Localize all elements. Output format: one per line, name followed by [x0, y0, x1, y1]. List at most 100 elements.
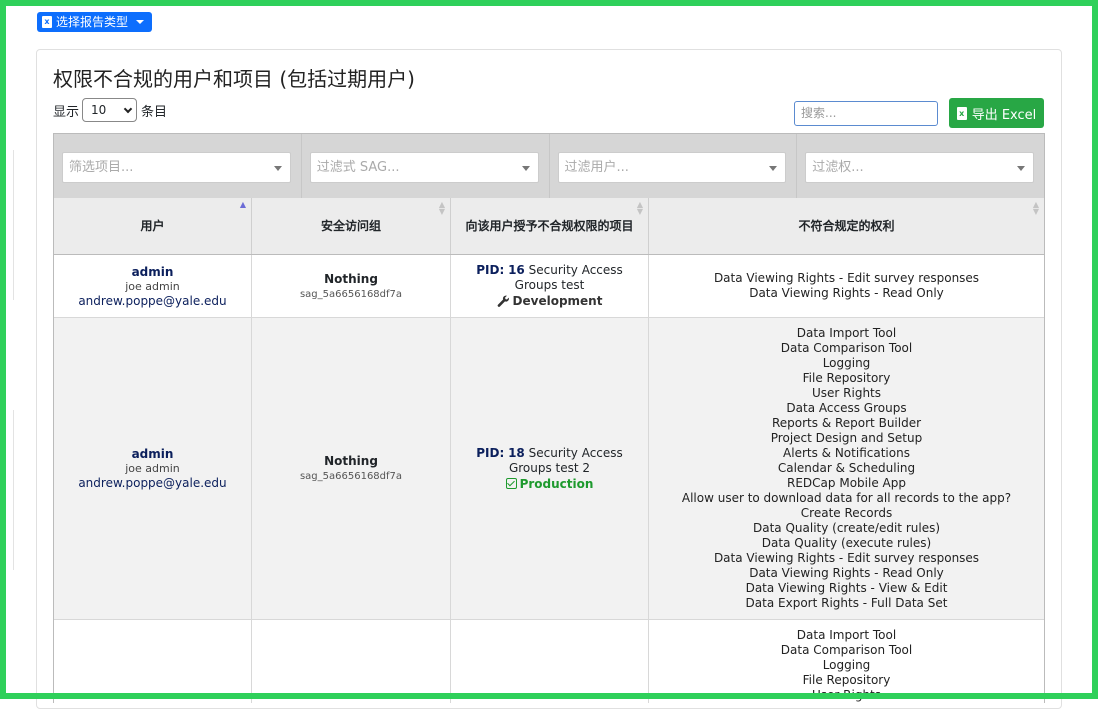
filter-placeholder: 过滤权... [812, 160, 864, 175]
project-cell: PID: 18 Security Access Groups test 2 Pr… [451, 318, 649, 619]
project-link[interactable]: PID: 16 Security Access Groups test [451, 263, 648, 293]
table-row: Data Import Tool Data Comparison Tool Lo… [54, 620, 1044, 703]
excel-file-icon: x [956, 106, 967, 120]
caret-down-icon [136, 20, 145, 24]
dropdown-arrow-icon [1017, 166, 1025, 171]
column-header-label: 向该用户授予不合规权限的项目 [465, 218, 634, 233]
rights-cell: Data Import Tool Data Comparison Tool Lo… [649, 620, 1044, 703]
sag-cell [252, 620, 451, 703]
right-item: Data Viewing Rights - Edit survey respon… [713, 271, 980, 285]
sag-cell: Nothing sag_5a6656168df7a [252, 318, 451, 619]
right-item: File Repository [802, 371, 891, 385]
right-item: Data Viewing Rights - Edit survey respon… [713, 551, 980, 565]
column-header-rights[interactable]: 不符合规定的权利 ▲ ▼ [649, 198, 1044, 254]
sort-icon: ▲ ▼ [1032, 200, 1039, 216]
project-cell: PID: 16 Security Access Groups test Deve… [451, 255, 649, 317]
filter-placeholder: 过滤式 SAG... [316, 160, 400, 175]
pid-value: 16 [508, 263, 525, 277]
export-excel-button[interactable]: x 导出 Excel [949, 98, 1044, 128]
rights-cell: Data Import Tool Data Comparison Tool Lo… [649, 318, 1044, 619]
filter-cell: 过滤式 SAG... [302, 134, 550, 198]
filter-user-select[interactable]: 过滤用户... [557, 152, 787, 183]
right-item: Project Design and Setup [770, 431, 923, 445]
column-header-label: 安全访问组 [320, 218, 381, 233]
sag-name: Nothing [324, 271, 378, 286]
right-item: Create Records [800, 506, 893, 520]
page-length-select[interactable]: 10 [82, 98, 137, 122]
right-item: Logging [822, 356, 871, 370]
sag-name: Nothing [324, 454, 378, 468]
user-cell: admin joe admin andrew.poppe@yale.edu [54, 318, 252, 619]
sag-cell: Nothing sag_5a6656168df7a [252, 255, 451, 317]
right-item: Allow user to download data for all reco… [681, 491, 1012, 505]
right-item: Data Import Tool [796, 326, 897, 340]
pid-label: PID: [476, 445, 505, 460]
column-header-label: 不符合规定的权利 [798, 218, 895, 233]
report-type-label: 选择报告类型 [56, 15, 129, 29]
table-row: admin joe admin andrew.poppe@yale.edu No… [54, 255, 1044, 318]
rights-cell: Data Viewing Rights - Edit survey respon… [649, 255, 1044, 317]
check-square-icon [505, 478, 517, 489]
sort-asc-icon: ▲ [239, 200, 246, 209]
right-item: REDCap Mobile App [787, 476, 906, 490]
right-item: Reports & Report Builder [771, 416, 922, 430]
sort-icon: ▲ ▼ [636, 200, 643, 216]
filter-cell: 过滤权... [797, 134, 1044, 198]
export-excel-label: 导出 Excel [971, 107, 1037, 123]
project-name: Security Access Groups test [514, 263, 623, 292]
right-item: Data Quality (execute rules) [761, 536, 932, 550]
right-item: Data Export Rights - Full Data Set [745, 596, 948, 610]
column-header-label: 用户 [140, 218, 165, 233]
column-header-user[interactable]: 用户 ▲ [54, 198, 252, 254]
sag-id: sag_5a6656168df7a [299, 288, 403, 300]
right-item: Data Comparison Tool [780, 643, 913, 657]
user-cell [54, 620, 252, 703]
user-cell: admin joe admin andrew.poppe@yale.edu [54, 255, 252, 317]
sort-icon: ▲ ▼ [438, 200, 445, 216]
right-item: Data Viewing Rights - View & Edit [745, 581, 948, 595]
report-table: 筛选项目... 过滤式 SAG... 过滤用户... 过滤权... 用户 ▲ 安… [53, 133, 1045, 703]
username-link[interactable]: admin [132, 446, 174, 462]
user-fullname: joe admin [125, 462, 180, 475]
project-cell [451, 620, 649, 703]
username-link[interactable]: admin [132, 264, 174, 280]
column-header-sag[interactable]: 安全访问组 ▲ ▼ [252, 198, 451, 254]
right-item: Logging [822, 658, 871, 672]
right-item: Data Import Tool [796, 628, 897, 642]
right-item: Data Viewing Rights - Read Only [749, 566, 944, 580]
project-name: Security Access Groups test 2 [508, 445, 623, 475]
report-type-dropdown-button[interactable]: x 选择报告类型 [37, 12, 153, 32]
filter-row: 筛选项目... 过滤式 SAG... 过滤用户... 过滤权... [54, 134, 1044, 198]
table-header-row: 用户 ▲ 安全访问组 ▲ ▼ 向该用户授予不合规权限的项目 ▲ ▼ 不符合规定的权利… [54, 198, 1044, 255]
filter-placeholder: 筛选项目... [69, 160, 134, 175]
filter-rights-select[interactable]: 过滤权... [805, 152, 1034, 183]
filter-placeholder: 过滤用户... [564, 160, 629, 175]
right-item: Data Viewing Rights - Read Only [749, 286, 944, 300]
user-email[interactable]: andrew.poppe@yale.edu [78, 476, 226, 491]
page-length-value: 10 [91, 103, 107, 117]
pid-label: PID: [476, 263, 505, 277]
chevron-down-icon [123, 104, 133, 114]
project-status-label: Production [519, 476, 594, 491]
project-status-label: Development [512, 294, 603, 308]
search-placeholder: 搜索... [801, 106, 837, 120]
right-item: Data Access Groups [786, 401, 907, 415]
sag-id: sag_5a6656168df7a [299, 471, 403, 482]
right-item: Data Quality (create/edit rules) [752, 521, 941, 535]
excel-file-icon: x [42, 16, 52, 28]
project-link[interactable]: PID: 18 Security Access Groups test 2 [451, 446, 648, 476]
filter-sag-select[interactable]: 过滤式 SAG... [309, 152, 539, 183]
column-header-project[interactable]: 向该用户授予不合规权限的项目 ▲ ▼ [451, 198, 649, 254]
right-item: User Rights [811, 688, 882, 702]
left-gutter [6, 410, 14, 570]
dropdown-arrow-icon [273, 166, 282, 171]
dropdown-arrow-icon [521, 166, 530, 171]
right-item: Calendar & Scheduling [777, 461, 916, 475]
search-input[interactable]: 搜索... [794, 101, 938, 126]
filter-project-select[interactable]: 筛选项目... [62, 152, 291, 183]
right-item: File Repository [802, 673, 891, 687]
right-item: User Rights [811, 386, 882, 400]
user-email[interactable]: andrew.poppe@yale.edu [78, 294, 226, 309]
table-row: admin joe admin andrew.poppe@yale.edu No… [54, 318, 1044, 620]
left-gutter [6, 150, 14, 300]
